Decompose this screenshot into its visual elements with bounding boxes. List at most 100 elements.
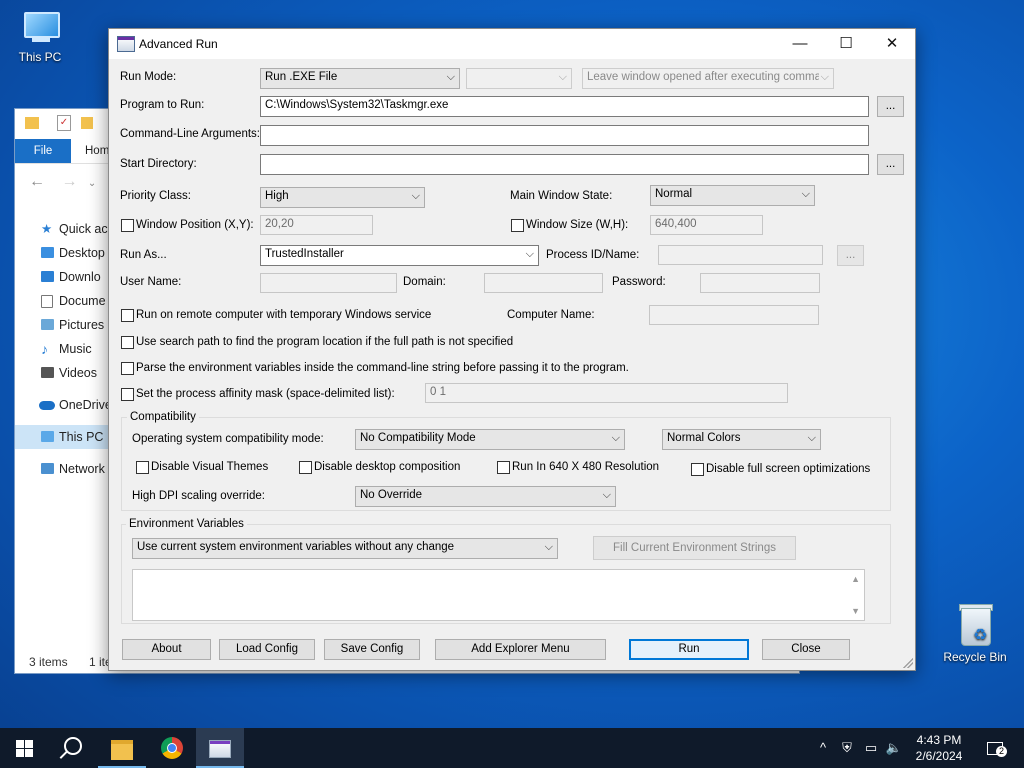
- taskbar-chrome[interactable]: [148, 728, 196, 768]
- resize-grip-icon[interactable]: [903, 658, 913, 668]
- run-as-select[interactable]: TrustedInstaller ⌵: [260, 245, 539, 266]
- process-id-input[interactable]: [658, 245, 823, 265]
- chrome-icon: [161, 737, 183, 759]
- run-mode-secondary-select[interactable]: ⌵: [466, 68, 572, 89]
- taskbar-file-explorer[interactable]: [98, 728, 146, 768]
- properties-icon[interactable]: ✓: [57, 115, 71, 131]
- priority-class-select[interactable]: High ⌵: [260, 187, 425, 208]
- taskbar-advanced-run[interactable]: [196, 728, 244, 768]
- tab-file[interactable]: File: [15, 139, 71, 163]
- environment-strings-textarea[interactable]: ▲ ▼: [132, 569, 865, 621]
- add-explorer-menu-button[interactable]: Add Explorer Menu: [435, 639, 606, 660]
- taskbar-clock[interactable]: 4:43 PM 2/6/2024: [904, 732, 974, 764]
- window-after-execute-select[interactable]: Leave window opened after executing comm…: [582, 68, 834, 89]
- dpi-override-label: High DPI scaling override:: [132, 490, 265, 502]
- desktop-icon-label: This PC: [18, 50, 62, 64]
- disable-fullscreen-opt-checkbox[interactable]: [691, 463, 704, 476]
- fill-environment-strings-button[interactable]: Fill Current Environment Strings: [593, 536, 796, 560]
- forward-arrow-icon[interactable]: →: [61, 173, 77, 190]
- computer-name-input[interactable]: [649, 305, 819, 325]
- sidebar-item-network[interactable]: Network: [15, 457, 110, 481]
- show-hidden-icons-chevron-icon[interactable]: ^: [812, 728, 834, 768]
- window-position-input[interactable]: 20,20: [260, 215, 373, 235]
- sidebar-item-onedrive[interactable]: OneDrive: [15, 393, 110, 417]
- chevron-down-icon: ⌵: [558, 71, 567, 83]
- affinity-mask-input[interactable]: 0 1: [425, 383, 788, 403]
- recent-chevron-icon[interactable]: ⌄: [88, 178, 96, 189]
- browse-program-button[interactable]: ...: [877, 96, 904, 117]
- dpi-override-select[interactable]: No Override ⌵: [355, 486, 616, 507]
- network-icon[interactable]: ▭: [860, 728, 882, 768]
- desktop-icon-this-pc[interactable]: This PC: [0, 12, 80, 64]
- minimize-button[interactable]: —: [777, 29, 823, 59]
- os-compat-mode-select[interactable]: No Compatibility Mode ⌵: [355, 429, 625, 450]
- password-label: Password:: [612, 276, 666, 288]
- program-to-run-input[interactable]: C:\Windows\System32\Taskmgr.exe: [260, 96, 869, 117]
- status-item-count: 3 items: [29, 655, 68, 669]
- start-directory-input[interactable]: [260, 154, 869, 175]
- sidebar-item-downloads[interactable]: Downlo: [15, 265, 110, 289]
- window-size-checkbox[interactable]: [511, 219, 524, 232]
- dialog-titlebar[interactable]: Advanced Run — ☐ ✕: [109, 29, 915, 59]
- computer-icon: [41, 431, 54, 442]
- os-compat-mode-label: Operating system compatibility mode:: [132, 433, 324, 445]
- domain-input[interactable]: [484, 273, 603, 293]
- tab-home[interactable]: Hom: [85, 139, 109, 163]
- affinity-mask-checkbox[interactable]: [121, 388, 134, 401]
- sidebar-item-documents[interactable]: Docume: [15, 289, 110, 313]
- color-mode-select[interactable]: Normal Colors ⌵: [662, 429, 821, 450]
- save-config-button[interactable]: Save Config: [324, 639, 420, 660]
- window-size-input[interactable]: 640,400: [650, 215, 763, 235]
- clock-date: 2/6/2024: [915, 749, 963, 763]
- notification-center-button[interactable]: 2: [980, 728, 1010, 768]
- environment-variables-title: Environment Variables: [126, 518, 247, 530]
- search-path-checkbox[interactable]: [121, 336, 134, 349]
- command-line-arguments-input[interactable]: [260, 125, 869, 146]
- browse-process-button[interactable]: ...: [837, 245, 864, 266]
- user-name-input[interactable]: [260, 273, 397, 293]
- sidebar-item-desktop[interactable]: Desktop: [15, 241, 110, 265]
- close-button[interactable]: Close: [762, 639, 850, 660]
- scroll-down-icon[interactable]: ▼: [851, 606, 860, 616]
- run-button[interactable]: Run: [629, 639, 749, 660]
- window-position-checkbox[interactable]: [121, 219, 134, 232]
- disable-visual-themes-label: Disable Visual Themes: [151, 461, 269, 473]
- password-input[interactable]: [700, 273, 820, 293]
- chevron-down-icon: ⌵: [807, 432, 816, 444]
- chevron-down-icon: ⌵: [611, 432, 620, 444]
- run-mode-select[interactable]: Run .EXE File ⌵: [260, 68, 460, 89]
- security-icon[interactable]: ⛨: [836, 728, 858, 768]
- environment-mode-select[interactable]: Use current system environment variables…: [132, 538, 558, 559]
- volume-muted-icon[interactable]: 🔈: [884, 728, 904, 768]
- disable-desktop-composition-checkbox[interactable]: [299, 461, 312, 474]
- run-640x480-checkbox[interactable]: [497, 461, 510, 474]
- desktop-folder-icon: [41, 247, 54, 258]
- advanced-run-app-icon: [209, 740, 231, 758]
- maximize-button[interactable]: ☐: [823, 29, 869, 59]
- sidebar-item-videos[interactable]: Videos: [15, 361, 110, 385]
- load-config-button[interactable]: Load Config: [219, 639, 315, 660]
- start-button[interactable]: [0, 728, 48, 768]
- search-path-label: Use search path to find the program loca…: [136, 336, 514, 348]
- disable-visual-themes-checkbox[interactable]: [136, 461, 149, 474]
- close-window-button[interactable]: ✕: [869, 29, 915, 59]
- scroll-up-icon[interactable]: ▲: [851, 574, 860, 584]
- desktop-icon-label: Recycle Bin: [943, 650, 1007, 664]
- sidebar-item-this-pc[interactable]: This PC: [15, 425, 110, 449]
- sidebar-item-quick-access[interactable]: ★ Quick acc: [15, 217, 110, 241]
- sidebar-item-music[interactable]: ♪ Music: [15, 337, 110, 361]
- back-arrow-icon[interactable]: ←: [29, 173, 45, 190]
- new-folder-icon[interactable]: [81, 117, 93, 129]
- browse-directory-button[interactable]: ...: [877, 154, 904, 175]
- desktop-icon-recycle-bin[interactable]: ♻ Recycle Bin: [935, 602, 1015, 664]
- parse-env-checkbox[interactable]: [121, 362, 134, 375]
- chevron-down-icon: ⌵: [801, 188, 810, 200]
- music-icon: ♪: [41, 341, 48, 357]
- main-window-state-select[interactable]: Normal ⌵: [650, 185, 815, 206]
- advanced-run-dialog[interactable]: Advanced Run — ☐ ✕ Run Mode: Run .EXE Fi…: [108, 28, 916, 671]
- remote-computer-checkbox[interactable]: [121, 309, 134, 322]
- sidebar-item-pictures[interactable]: Pictures: [15, 313, 110, 337]
- explorer-nav: ← → ⌄: [29, 173, 96, 191]
- search-button[interactable]: [48, 728, 96, 768]
- about-button[interactable]: About: [122, 639, 211, 660]
